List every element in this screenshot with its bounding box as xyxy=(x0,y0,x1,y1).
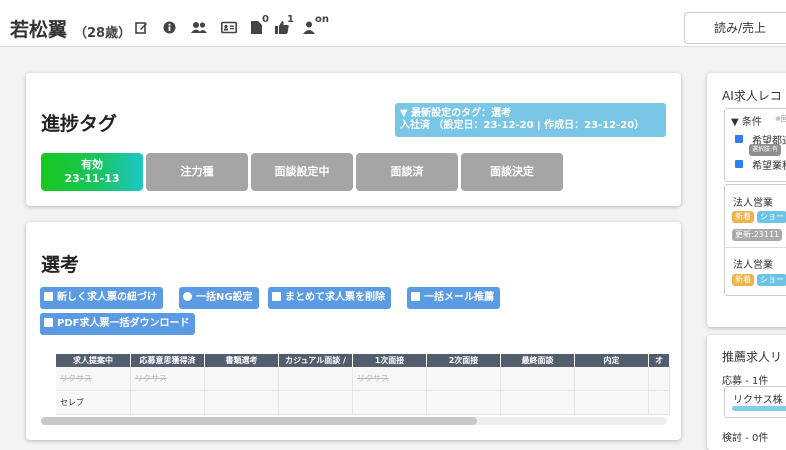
latest-tag-info: ▼ 最新設定のタグ：選考 入社済 （設定日：23-12-20 | 作成日：23-… xyxy=(395,103,666,137)
column-header: オ xyxy=(648,354,670,367)
job-2-show-chip: ショー xyxy=(757,274,786,286)
selection-table: 求人提案中 応募意思獲得済 書類選考 カジュアル面談 / 1次面接 2次面接 最… xyxy=(56,354,670,415)
review-count: 検討 - 0件 xyxy=(722,433,769,444)
table-cell xyxy=(352,390,427,415)
table-cell xyxy=(648,390,670,415)
tag-interview-decided[interactable]: 面談決定 xyxy=(461,153,563,191)
users-icon[interactable] xyxy=(191,21,207,37)
table-cell[interactable]: リクサス xyxy=(352,367,427,391)
applied-count: 応募 - 1件 xyxy=(722,376,769,387)
column-header: 最終面談 xyxy=(500,354,575,367)
read-sales-button[interactable]: 読み/売上 xyxy=(684,12,786,44)
progress-tag-title: 進捗タグ xyxy=(41,113,118,135)
condition-1-chip: 選択肢:有 xyxy=(749,144,782,156)
job-2-new-chip: 新着 xyxy=(732,274,754,286)
column-header: 1次面接 xyxy=(352,354,427,367)
condition-box: ▼ 条件 ※回 希望都道 選択肢:有 希望業種 xyxy=(724,108,786,182)
condition-2-label: 希望業種 xyxy=(752,161,786,172)
column-header: 求人提案中 xyxy=(56,354,131,367)
plus-square-icon xyxy=(44,292,53,301)
ban-icon xyxy=(183,292,192,301)
candidate-age: （28歳） xyxy=(74,26,132,41)
table-header-row: 求人提案中 応募意思獲得済 書類選考 カジュアル面談 / 1次面接 2次面接 最… xyxy=(56,354,670,367)
job-list: 法人営業 新着 ショー 更新:23111 法人営業 新着 ショー xyxy=(724,184,786,296)
applied-job-item[interactable]: リクサス株 xyxy=(724,386,786,418)
horizontal-scrollbar-thumb[interactable] xyxy=(41,417,477,425)
table-cell xyxy=(278,390,353,415)
link-job-button[interactable]: 新しく求人票の紐づけ xyxy=(40,287,163,309)
tag-interview-scheduling[interactable]: 面談設定中 xyxy=(251,153,353,191)
column-header: 内定 xyxy=(574,354,649,367)
bulk-ng-button[interactable]: 一括NG設定 xyxy=(179,287,259,309)
edit-icon[interactable] xyxy=(135,21,148,37)
table-cell xyxy=(278,367,353,391)
latest-tag-line1: ▼ 最新設定のタグ：選考 xyxy=(400,108,512,119)
info-icon[interactable] xyxy=(163,21,176,37)
job-1-updated-chip: 更新:23111 xyxy=(732,229,783,241)
top-bar: 若松翼 （28歳） 0 1 on 読み/売上 xyxy=(0,0,786,47)
ai-recommend-title: AI求人レコ xyxy=(722,89,782,103)
table-cell xyxy=(204,367,279,391)
progress-tag-card: 進捗タグ ▼ 最新設定のタグ：選考 入社済 （設定日：23-12-20 | 作成… xyxy=(26,73,681,206)
condition-label[interactable]: ▼ 条件 xyxy=(731,113,762,128)
selection-title: 選考 xyxy=(41,254,80,276)
column-header: 2次面接 xyxy=(426,354,501,367)
id-card-icon[interactable] xyxy=(221,21,237,37)
job-1-new-chip: 新着 xyxy=(732,211,754,223)
tag-active-label: 有効 xyxy=(81,158,103,171)
recommended-jobs-panel: 推薦求人リ 応募 - 1件 リクサス株 検討 - 0件 xyxy=(707,335,786,450)
bulk-mail-recommend-button[interactable]: 一括メール推薦 xyxy=(407,287,500,309)
table-cell[interactable]: リクサス xyxy=(56,367,131,391)
envelope-icon xyxy=(411,292,420,301)
column-header: 書類選考 xyxy=(204,354,279,367)
table-cell xyxy=(500,367,575,391)
table-cell[interactable]: セレブ xyxy=(56,390,131,415)
table-cell xyxy=(130,390,205,415)
pdf-download-button[interactable]: PDF求人票一括ダウンロード xyxy=(40,313,196,335)
tag-interviewed[interactable]: 面談済 xyxy=(356,153,458,191)
candidate-name: 若松翼 xyxy=(10,19,68,41)
tag-active[interactable]: 有効 23-11-13 xyxy=(41,153,143,191)
table-cell xyxy=(426,367,501,391)
column-header: 応募意思獲得済 xyxy=(130,354,205,367)
bulk-delete-button[interactable]: まとめて求人票を削除 xyxy=(268,287,391,309)
table-cell xyxy=(574,367,649,391)
condition-checkbox-2[interactable] xyxy=(735,160,743,168)
table-cell xyxy=(500,390,575,415)
condition-checkbox-1[interactable] xyxy=(735,135,743,143)
tag-focus[interactable]: 注力種 xyxy=(146,153,248,191)
job-2-title[interactable]: 法人営業 xyxy=(733,256,773,271)
recommended-jobs-title: 推薦求人リ xyxy=(722,350,783,364)
tag-active-date: 23-11-13 xyxy=(64,172,120,185)
column-header: カジュアル面談 / xyxy=(278,354,353,367)
table-row: セレブ xyxy=(56,390,670,415)
condition-note: ※回 xyxy=(775,115,786,123)
job-1-title[interactable]: 法人営業 xyxy=(733,194,773,209)
table-cell xyxy=(648,367,670,391)
applied-job-name: リクサス株 xyxy=(733,395,783,406)
table-cell[interactable]: リクサス xyxy=(130,367,205,391)
document-count: 0 xyxy=(262,14,269,25)
table-cell xyxy=(204,390,279,415)
document-icon[interactable] xyxy=(251,21,262,37)
applied-job-progress xyxy=(732,406,786,411)
selection-card: 選考 新しく求人票の紐づけ 一括NG設定 まとめて求人票を削除 一括メール推薦 … xyxy=(26,222,681,440)
file-icon xyxy=(44,318,53,327)
table-cell xyxy=(574,390,649,415)
job-divider xyxy=(725,247,786,248)
user-status-icon[interactable] xyxy=(303,21,315,37)
like-count: 1 xyxy=(287,14,294,25)
table-cell xyxy=(426,390,501,415)
trash-icon xyxy=(272,292,281,301)
latest-tag-line2: 入社済 （設定日：23-12-20 | 作成日：23-12-20） xyxy=(400,120,645,131)
job-1-show-chip: ショー xyxy=(757,211,786,223)
table-row: リクサス リクサス リクサス xyxy=(56,367,670,391)
ai-recommend-panel: AI求人レコ ▼ 条件 ※回 希望都道 選択肢:有 希望業種 法人営業 新着 シ… xyxy=(707,73,786,327)
user-status-text: on xyxy=(315,14,329,25)
